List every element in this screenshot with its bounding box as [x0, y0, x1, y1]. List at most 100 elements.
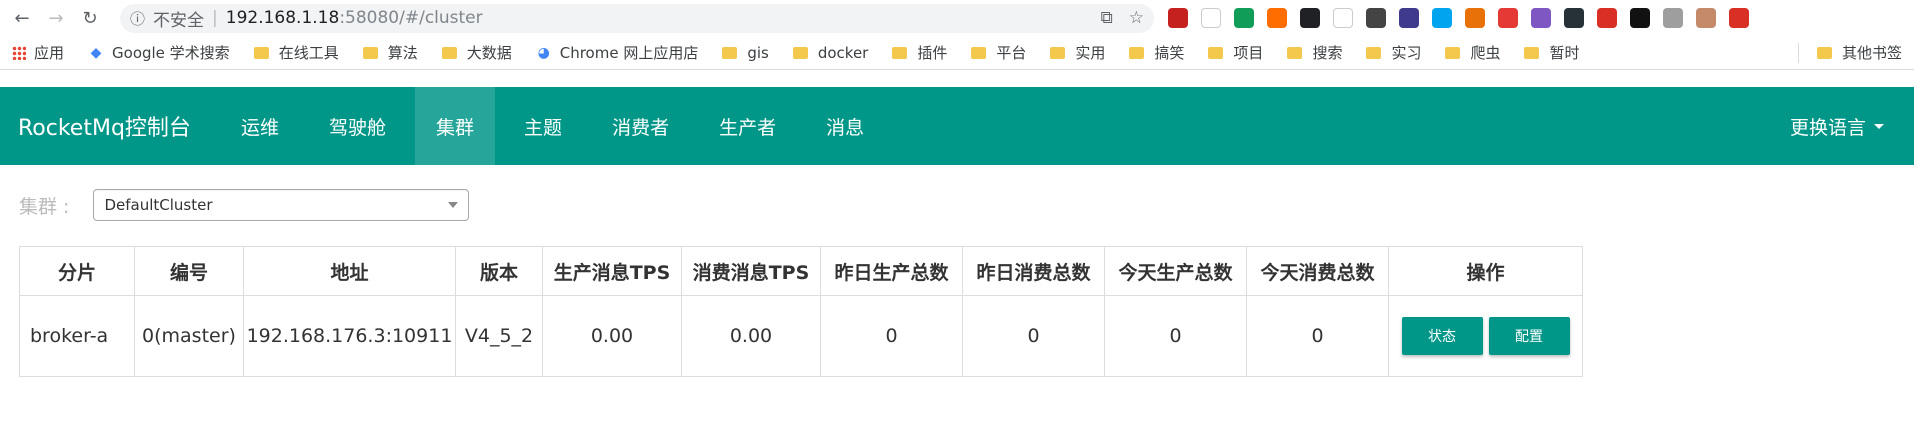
nav-item[interactable]: 消费者	[591, 87, 690, 165]
nav-item[interactable]: 驾驶舱	[308, 87, 407, 165]
bookmark-label: 应用	[34, 44, 65, 62]
bookmark-item[interactable]: 暂时	[1524, 42, 1580, 63]
cell-id: 0(master)	[134, 295, 244, 377]
bookmark-label: 平台	[996, 44, 1027, 62]
folder-icon	[1445, 46, 1461, 59]
folder-icon	[1524, 46, 1540, 59]
extension-icon[interactable]	[1696, 8, 1716, 28]
bookmark-item[interactable]: 实用	[1050, 42, 1105, 63]
bookmark-label: gis	[747, 43, 769, 62]
bookmark-item[interactable]: 插件	[892, 42, 947, 63]
bookmark-item[interactable]: gis	[722, 44, 769, 62]
forward-arrow-icon[interactable]: →	[42, 4, 70, 32]
folder-icon	[362, 46, 378, 59]
extension-icon[interactable]	[1432, 8, 1452, 28]
extension-icon[interactable]	[1300, 8, 1320, 28]
folder-icon	[971, 46, 987, 59]
status-button[interactable]: 状态	[1401, 317, 1483, 355]
extension-icon[interactable]	[1333, 8, 1353, 28]
bookmark-item[interactable]: 项目	[1208, 42, 1263, 63]
table-header-row: 分片 编号 地址 版本 生产消息TPS 消费消息TPS 昨日生产总数 昨日消费总数 今天生产总数…	[19, 246, 1583, 296]
bookmark-item[interactable]: 实习	[1366, 42, 1421, 63]
extension-icon[interactable]	[1531, 8, 1551, 28]
folder-icon	[1129, 46, 1145, 59]
info-icon[interactable]: ⓘ	[130, 8, 145, 29]
extension-icon[interactable]	[1630, 8, 1650, 28]
cell-today-produce: 0	[1104, 295, 1247, 377]
bookmark-item[interactable]: 搞笑	[1129, 42, 1184, 63]
extension-icon[interactable]	[1498, 8, 1518, 28]
cell-address: 192.168.176.3:10911	[243, 295, 456, 377]
reload-icon[interactable]: ↻	[76, 4, 104, 32]
bookmark-label: 搞笑	[1154, 44, 1185, 62]
other-bookmarks-label: 其他书签	[1841, 44, 1902, 62]
nav-item[interactable]: 主题	[503, 87, 583, 165]
chrome-webstore-icon: ◕	[537, 44, 550, 61]
url-path: :58080/#/cluster	[339, 8, 483, 28]
nav-item[interactable]: 生产者	[698, 87, 797, 165]
extension-icon[interactable]	[1729, 8, 1749, 28]
extension-icon[interactable]	[1168, 8, 1188, 28]
bookmark-item[interactable]: 在线工具	[253, 42, 339, 63]
config-button[interactable]: 配置	[1488, 317, 1570, 355]
app-brand[interactable]: RocketMq控制台	[0, 87, 220, 165]
bookmark-label: 实习	[1391, 44, 1422, 62]
translate-icon[interactable]: ⧉	[1101, 8, 1113, 28]
extension-icon[interactable]	[1399, 8, 1419, 28]
cluster-label: 集群 :	[19, 195, 70, 218]
extension-icon[interactable]	[1267, 8, 1287, 28]
other-bookmarks[interactable]: 其他书签	[1816, 42, 1902, 63]
column-header: 操作	[1388, 246, 1583, 296]
nav-item[interactable]: 运维	[220, 87, 300, 165]
star-icon[interactable]: ☆	[1129, 8, 1144, 28]
bookmark-item[interactable]: ◆ Google 学术搜索	[88, 42, 230, 63]
folder-icon	[792, 46, 808, 59]
bookmark-label: docker	[817, 43, 869, 62]
cluster-select[interactable]: DefaultCluster	[93, 189, 470, 221]
cluster-select-value: DefaultCluster	[104, 196, 213, 214]
bookmark-item[interactable]: 应用	[12, 42, 64, 63]
bookmark-item[interactable]: 搜索	[1287, 42, 1342, 63]
bookmark-label: Chrome 网上应用店	[559, 44, 699, 62]
extension-icon[interactable]	[1201, 8, 1221, 28]
cell-shard: broker-a	[19, 295, 135, 377]
cell-version: V4_5_2	[455, 295, 543, 377]
extension-icon[interactable]	[1597, 8, 1617, 28]
bookmark-label: 爬虫	[1470, 44, 1501, 62]
table-row: broker-a 0(master) 192.168.176.3:10911 V4_5…	[19, 295, 1583, 377]
address-bar[interactable]: ⓘ 不安全 | 192.168.1.18:58080/#/cluster ⧉ ☆	[120, 3, 1154, 33]
extension-icon[interactable]	[1663, 8, 1683, 28]
security-label: 不安全	[153, 10, 205, 31]
cell-consume-tps: 0.00	[681, 295, 821, 377]
language-switcher[interactable]: 更换语言	[1790, 87, 1914, 165]
column-header: 今天生产总数	[1104, 246, 1247, 296]
folder-icon	[1287, 46, 1303, 59]
folder-icon	[892, 46, 908, 59]
cell-today-consume: 0	[1246, 295, 1389, 377]
bookmark-item[interactable]: ◕ Chrome 网上应用店	[536, 42, 699, 63]
extension-icon[interactable]	[1366, 8, 1386, 28]
bookmark-item[interactable]: 平台	[971, 42, 1026, 63]
bookmark-label: 算法	[387, 44, 418, 62]
extension-icon[interactable]	[1234, 8, 1254, 28]
caret-down-icon	[1874, 123, 1884, 129]
back-arrow-icon[interactable]: ←	[8, 4, 36, 32]
extension-icon[interactable]	[1564, 8, 1584, 28]
url-host: 192.168.1.18	[225, 8, 340, 28]
cell-yesterday-produce: 0	[820, 295, 963, 377]
bookmark-item[interactable]: 算法	[362, 42, 418, 63]
bookmarks-divider	[1797, 42, 1799, 63]
bookmark-item[interactable]: 爬虫	[1445, 42, 1500, 63]
nav-item[interactable]: 集群	[415, 87, 496, 165]
dropdown-arrow-icon	[448, 202, 459, 208]
bookmark-item[interactable]: docker	[792, 43, 869, 62]
folder-icon	[441, 46, 457, 59]
nav-item[interactable]: 消息	[805, 87, 885, 165]
google-scholar-icon: ◆	[90, 44, 102, 61]
extension-icon[interactable]	[1465, 8, 1485, 28]
column-header: 地址	[243, 246, 456, 296]
bookmark-label: 插件	[917, 44, 948, 62]
bookmark-item[interactable]: 大数据	[441, 42, 512, 63]
column-header: 版本	[455, 246, 543, 296]
column-header: 消费消息TPS	[681, 246, 821, 296]
